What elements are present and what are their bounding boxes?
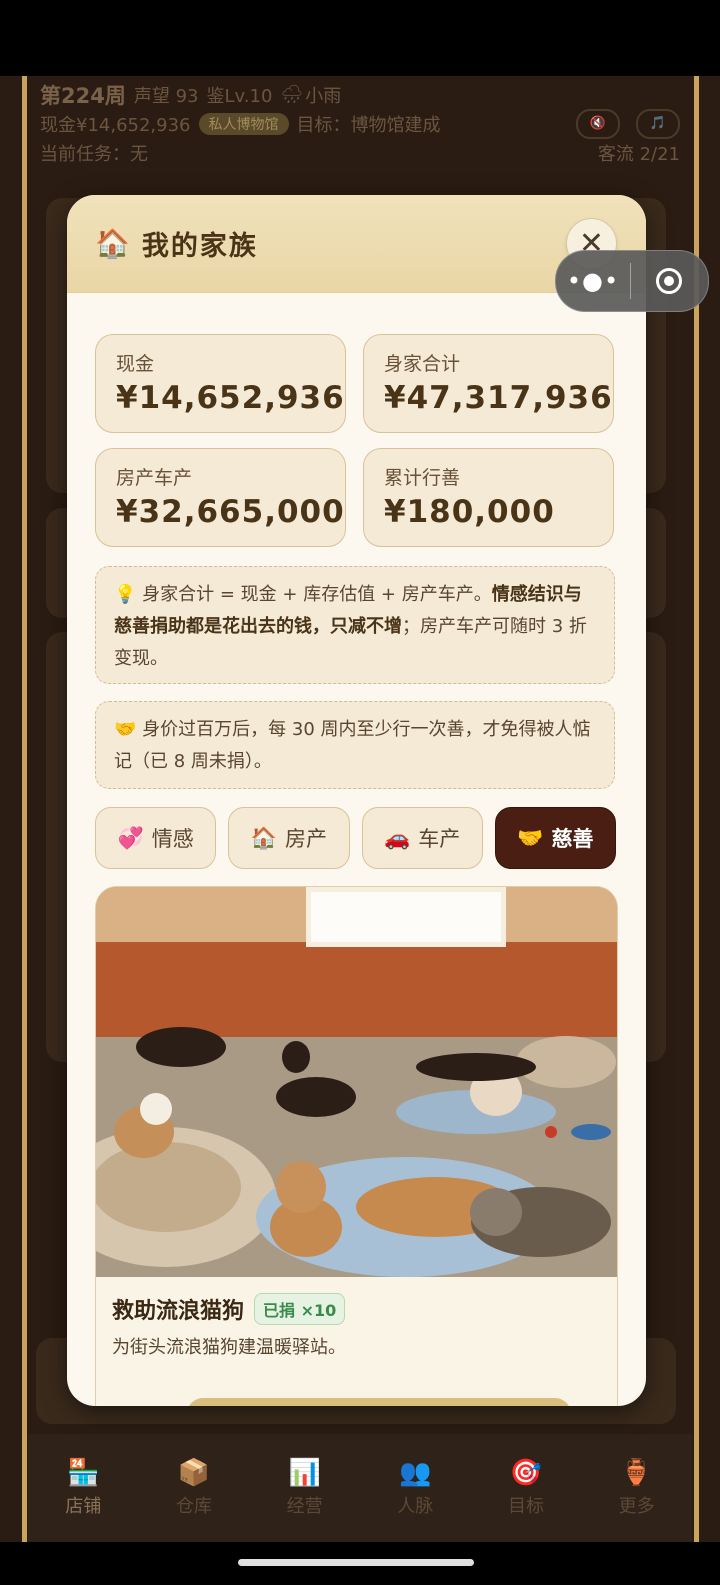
music-icon: 🎵: [649, 116, 667, 131]
nav-label: 更多: [618, 1496, 655, 1517]
modal-title: 我的家族: [141, 231, 258, 262]
nav-goals[interactable]: 🎯 目标: [508, 1458, 544, 1518]
cash-label: 现金¥14,652,936: [40, 114, 191, 136]
home-indicator[interactable]: [238, 1559, 474, 1566]
stat-value: ¥14,652,936: [116, 380, 345, 416]
status-hud: 第224周 声望 93 鉴Lv.10 🌧 小雨 现金¥14,652,936 私人博…: [40, 80, 680, 167]
mini-program-capsule: •●•: [555, 250, 709, 312]
charity-card: 救助流浪猫狗 已捐 ×10 为街头流浪猫狗建温暖驿站。: [95, 886, 618, 1406]
tab-label: 房产: [284, 827, 327, 851]
tab-vehicle[interactable]: 🚗 车产: [361, 807, 483, 869]
house-icon: 🏠: [250, 825, 277, 850]
hearts-icon: 💞: [117, 825, 144, 850]
people-icon: 👥: [399, 1458, 432, 1488]
week-label: 第224周: [40, 83, 126, 108]
museum-badge: 私人博物馆: [198, 112, 289, 135]
bottom-nav: 🏪 店铺 📦 仓库 📊 经营 👥 人脉 🎯 目标 🏺 更多: [28, 1434, 692, 1542]
stat-label: 现金: [116, 353, 155, 375]
weather-icon: 🌧: [280, 84, 304, 105]
traffic-label: 客流 2/21: [597, 143, 680, 165]
tab-charity[interactable]: 🤝 慈善: [494, 807, 616, 869]
shelter-image: [96, 887, 617, 1277]
donate-button[interactable]: [187, 1398, 571, 1406]
task-label: 当前任务：无: [40, 143, 148, 165]
stat-charity: 累计行善 ¥180,000: [363, 448, 614, 547]
handshake-icon: 🤝: [517, 825, 544, 850]
target-icon: 🎯: [509, 1458, 543, 1488]
nav-warehouse[interactable]: 📦 仓库: [176, 1458, 212, 1518]
music-button[interactable]: 🎵: [636, 108, 680, 139]
stat-property: 房产车产 ¥32,665,000: [95, 448, 346, 547]
box-icon: 📦: [177, 1458, 211, 1488]
tab-label: 车产: [418, 827, 461, 851]
family-modal: 🏠 我的家族 ✕ 现金 ¥14,652,936 身家合计 ¥47,317,936…: [67, 195, 646, 1406]
shop-icon: 🏪: [67, 1458, 100, 1488]
nav-shop[interactable]: 🏪 店铺: [65, 1458, 101, 1518]
nav-business[interactable]: 📊 经营: [287, 1458, 323, 1518]
chart-icon: 📊: [288, 1458, 321, 1488]
mute-button[interactable]: 🔇: [576, 108, 620, 139]
more-menu-icon[interactable]: •●•: [556, 267, 630, 295]
stat-label: 身家合计: [384, 353, 461, 375]
bulb-icon: 💡: [114, 584, 137, 605]
nav-label: 目标: [507, 1496, 544, 1517]
handshake-icon: 🤝: [114, 719, 137, 740]
stat-value: ¥180,000: [384, 494, 555, 530]
category-tabs: 💞 情感 🏠 房产 🚗 车产 🤝 慈善: [95, 807, 616, 869]
nav-label: 店铺: [65, 1496, 102, 1517]
stat-value: ¥47,317,936: [384, 380, 613, 416]
card-title: 救助流浪猫狗: [112, 1299, 245, 1324]
close-mini-program-button[interactable]: [631, 268, 707, 294]
net-worth-note: 💡 身家合计 = 现金 + 库存估值 + 房产车产。情感结识与慈善捐助都是花出去…: [95, 566, 615, 684]
nav-label: 人脉: [397, 1496, 434, 1517]
note-text: 身价过百万后，每 30 周内至少行一次善，才免得被人惦记（已 8 周未捐）。: [114, 719, 591, 772]
appraisal-level: 鉴Lv.10: [206, 85, 273, 107]
tab-property[interactable]: 🏠 房产: [228, 807, 350, 869]
target-icon: [656, 268, 682, 294]
mute-icon: 🔇: [589, 116, 607, 131]
stat-value: ¥32,665,000: [116, 494, 345, 530]
tab-label: 慈善: [551, 827, 594, 851]
nav-label: 仓库: [175, 1496, 212, 1517]
reputation-label: 声望 93: [133, 85, 199, 107]
goal-label: 目标：博物馆建成: [296, 114, 441, 136]
donated-badge: 已捐 ×10: [254, 1293, 346, 1325]
nav-label: 经营: [286, 1496, 323, 1517]
charity-note: 🤝 身价过百万后，每 30 周内至少行一次善，才免得被人惦记（已 8 周未捐）。: [95, 701, 615, 789]
car-icon: 🚗: [384, 825, 411, 850]
home-icon: 🏠: [95, 227, 130, 260]
vase-icon: 🏺: [620, 1458, 653, 1488]
stat-label: 房产车产: [116, 467, 193, 489]
weather-label: 小雨: [305, 85, 342, 107]
note-text: 身家合计 = 现金 + 库存估值 + 房产车产。: [136, 584, 492, 605]
card-description: 为街头流浪猫狗建温暖驿站。: [112, 1337, 346, 1358]
nav-contacts[interactable]: 👥 人脉: [397, 1458, 433, 1518]
stat-label: 累计行善: [384, 467, 461, 489]
nav-more[interactable]: 🏺 更多: [619, 1458, 655, 1518]
frame-left: [22, 76, 27, 1542]
tab-emotion[interactable]: 💞 情感: [95, 807, 217, 869]
stat-net-worth: 身家合计 ¥47,317,936: [363, 334, 614, 433]
stat-cash: 现金 ¥14,652,936: [95, 334, 346, 433]
tab-label: 情感: [151, 827, 194, 851]
